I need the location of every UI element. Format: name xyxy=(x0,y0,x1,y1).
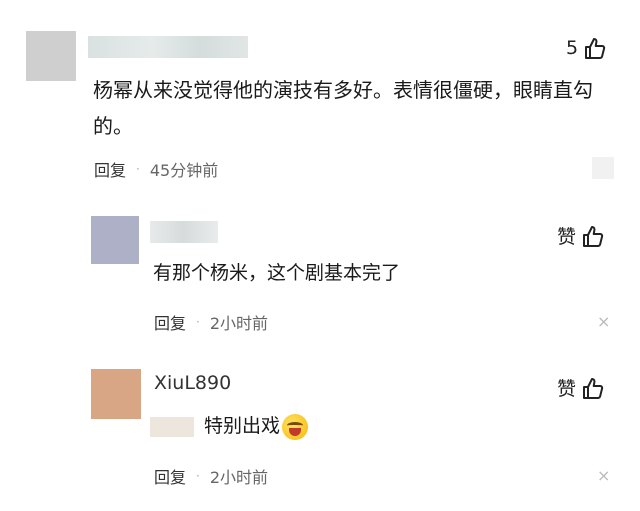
reply1-meta: 回复 · 2小时前 xyxy=(154,310,268,334)
blurred-corner-mark xyxy=(592,157,614,179)
reply-button-reply1[interactable]: 回复 xyxy=(154,310,186,334)
timestamp-reply1: 2小时前 xyxy=(209,314,269,333)
username-blurred-main xyxy=(88,36,248,58)
like-button-reply2[interactable]: 赞 xyxy=(557,374,604,401)
close-icon[interactable]: × xyxy=(597,312,610,331)
comment-text-line1: 杨幂从来没觉得他的演技有多好。表情很僵硬，眼睛直勾 xyxy=(93,78,593,102)
timestamp-main: 45分钟前 xyxy=(149,161,219,180)
thumbs-up-icon xyxy=(583,225,604,247)
like-button-main[interactable]: 5 xyxy=(566,36,606,60)
reply2-text: 特别出戏 xyxy=(204,415,281,437)
reply2-meta: 回复 · 2小时前 xyxy=(154,464,268,488)
like-label: 赞 xyxy=(557,378,577,400)
laughing-crying-emoji-icon xyxy=(282,413,309,440)
username-blurred-reply1 xyxy=(150,221,218,243)
separator-dot: · xyxy=(196,469,200,483)
comment-meta-main: 回复 · 45分钟前 xyxy=(94,157,218,181)
thumbs-up-icon xyxy=(585,38,606,59)
reply1-text: 有那个杨米，这个剧基本完了 xyxy=(153,262,401,284)
avatar-reply1[interactable] xyxy=(91,216,139,264)
like-label: 赞 xyxy=(557,226,577,248)
avatar-reply2[interactable] xyxy=(91,369,141,419)
reply-button-main[interactable]: 回复 xyxy=(94,157,126,181)
avatar-main[interactable] xyxy=(26,31,76,81)
reply-button-reply2[interactable]: 回复 xyxy=(154,464,186,488)
comment-text-line2: 的。 xyxy=(93,114,133,138)
reply2-text-row: 特别出戏 xyxy=(150,408,309,444)
close-icon[interactable]: × xyxy=(597,466,610,485)
like-count: 5 xyxy=(566,37,579,59)
mention-blurred xyxy=(150,416,194,437)
separator-dot: · xyxy=(136,162,140,176)
like-button-reply1[interactable]: 赞 xyxy=(557,222,604,249)
username-reply2[interactable]: XiuL890 xyxy=(154,372,231,394)
timestamp-reply2: 2小时前 xyxy=(209,468,269,487)
thumbs-up-icon xyxy=(583,377,604,399)
separator-dot: · xyxy=(196,315,200,329)
